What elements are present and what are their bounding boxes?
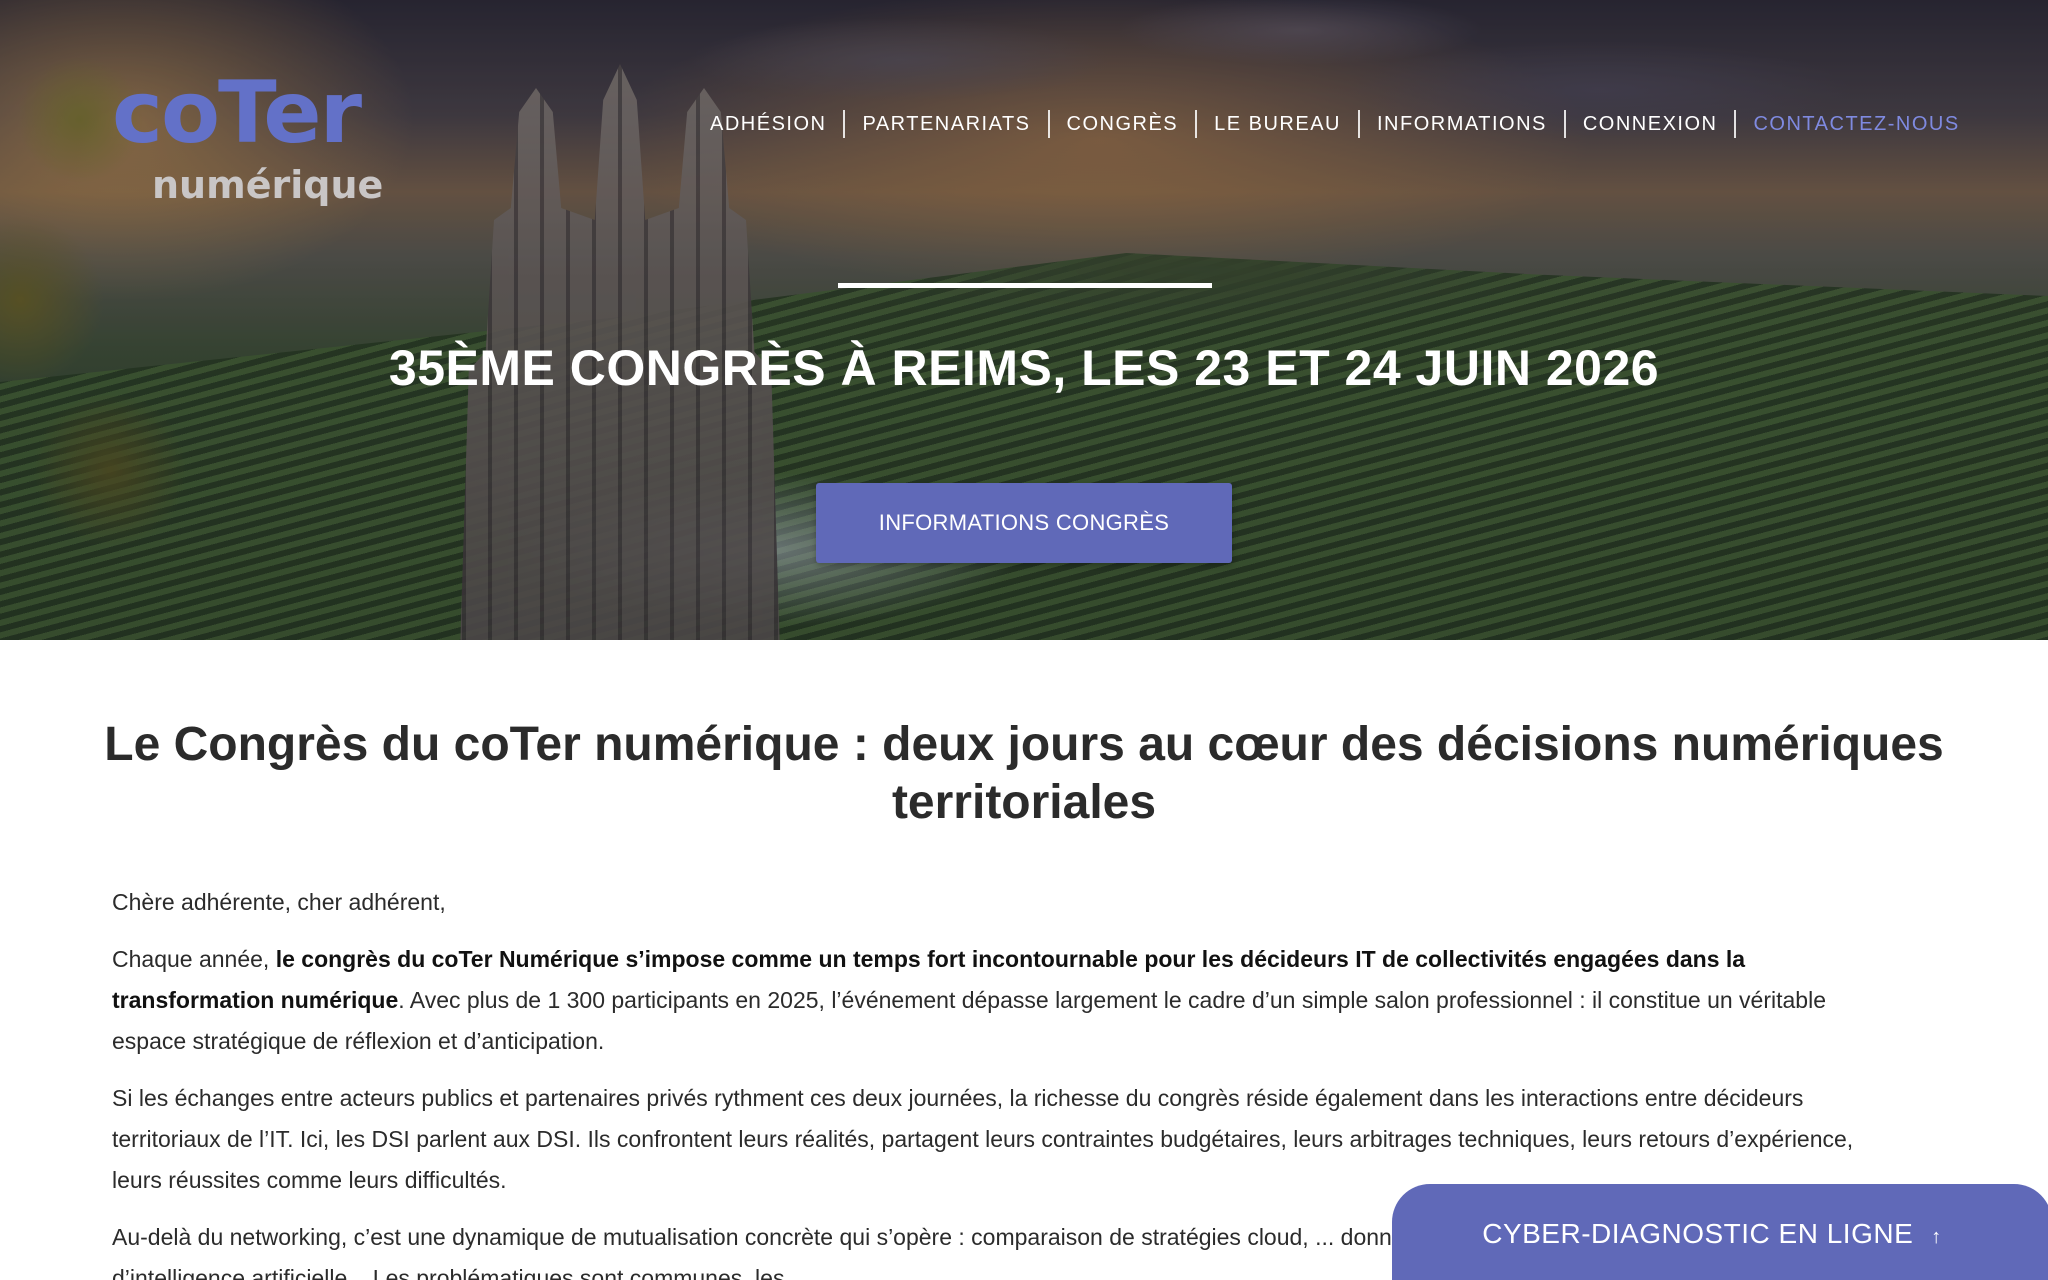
site-logo[interactable]: coTer numérique	[112, 63, 383, 220]
logo-wordmark: coTer	[112, 63, 362, 163]
nav-item-le-bureau[interactable]: LE BUREAU	[1195, 110, 1358, 138]
paragraph-1-intro: Chaque année,	[112, 946, 276, 972]
page: coTer numérique ADHÉSION PARTENARIATS CO…	[0, 0, 2048, 1280]
informations-congres-button[interactable]: INFORMATIONS CONGRÈS	[816, 483, 1232, 563]
nav-item-congres[interactable]: CONGRÈS	[1047, 110, 1196, 138]
cyber-diagnostic-label: CYBER-DIAGNOSTIC EN LIGNE	[1482, 1218, 1914, 1249]
main-nav: ADHÉSION PARTENARIATS CONGRÈS LE BUREAU …	[700, 110, 1977, 138]
nav-item-partenariats[interactable]: PARTENARIATS	[843, 110, 1047, 138]
arrow-up-icon: ↑	[1931, 1226, 1942, 1248]
nav-item-adhesion[interactable]: ADHÉSION	[700, 110, 843, 138]
article-paragraph-2: Si les échanges entre acteurs publics et…	[112, 1085, 1854, 1193]
nav-item-informations[interactable]: INFORMATIONS	[1358, 110, 1564, 138]
nav-item-connexion[interactable]: CONNEXION	[1563, 110, 1735, 138]
logo-subtitle: numérique	[152, 163, 384, 207]
nav-item-contactez-nous[interactable]: CONTACTEZ-NOUS	[1734, 110, 1976, 138]
hero-title: 35ÈME CONGRÈS À REIMS, LES 23 ET 24 JUIN…	[388, 340, 1660, 396]
article-greeting: Chère adhérente, cher adhérent,	[112, 889, 446, 915]
hero-divider	[838, 283, 1212, 288]
cyber-diagnostic-button[interactable]: CYBER-DIAGNOSTIC EN LIGNE ↑	[1392, 1184, 2048, 1280]
article-paragraph-1: Chaque année, le congrès du coTer Numéri…	[112, 939, 1872, 1062]
article-title: Le Congrès du coTer numérique : deux jou…	[104, 718, 1944, 829]
hero-banner: coTer numérique ADHÉSION PARTENARIATS CO…	[0, 0, 2048, 640]
